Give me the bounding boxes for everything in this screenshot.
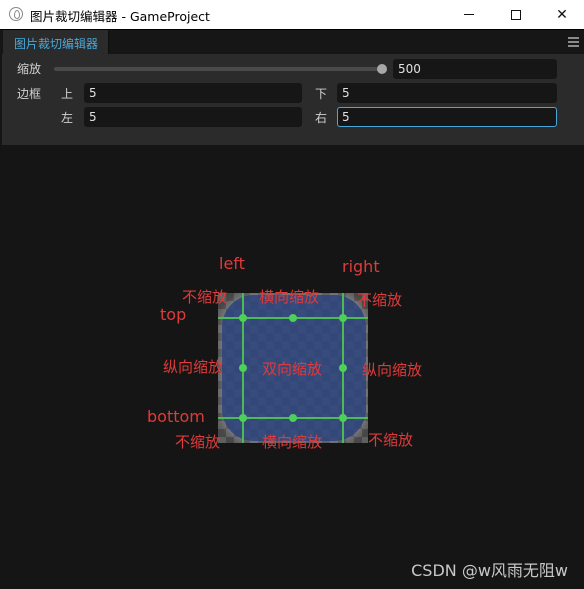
border-top-field[interactable]: 5 (84, 83, 302, 103)
guide-handle-bottom-center[interactable] (289, 414, 297, 422)
guide-handle-bottom-left[interactable] (239, 414, 247, 422)
settings-panel: 缩放 500 边框 上 5 下 5 左 5 右 5 (2, 54, 584, 145)
window-title: 图片裁切编辑器 - GameProject (30, 9, 210, 24)
preview-canvas: left right top bottom 不缩放 横向缩放 不缩放 纵向缩放 … (0, 145, 584, 589)
zoom-slider[interactable] (54, 67, 382, 71)
window-titlebar: 图片裁切编辑器 - GameProject ✕ (0, 0, 584, 29)
annotation-top-center: 横向缩放 (259, 288, 320, 306)
annotation-middle-left: 纵向缩放 (163, 358, 224, 376)
border-bottom-label: 下 (315, 87, 328, 101)
maximize-button[interactable] (493, 0, 539, 29)
guide-handle-middle-right[interactable] (339, 364, 347, 372)
zoom-slider-thumb[interactable] (377, 64, 387, 74)
zoom-value-field[interactable]: 500 (393, 59, 557, 79)
annotation-bottom: bottom (147, 407, 205, 426)
border-bottom-field[interactable]: 5 (337, 83, 557, 103)
annotation-top: top (160, 305, 187, 324)
border-left-label: 左 (61, 111, 74, 125)
border-right-label: 右 (315, 111, 328, 125)
annotation-bottom-center: 横向缩放 (262, 433, 323, 451)
maximize-icon (511, 9, 521, 20)
app-drop-icon (9, 7, 23, 21)
annotation-right: right (342, 257, 380, 276)
annotation-middle-right: 纵向缩放 (362, 361, 423, 379)
tab-image-crop-editor[interactable]: 图片裁切编辑器 (3, 30, 109, 55)
guide-handle-top-center[interactable] (289, 314, 297, 322)
hamburger-menu-icon[interactable] (568, 37, 579, 47)
close-icon: ✕ (556, 6, 568, 23)
annotation-center: 双向缩放 (262, 360, 323, 378)
zoom-label: 缩放 (17, 62, 42, 76)
minimize-button[interactable] (446, 0, 492, 29)
border-top-label: 上 (61, 87, 74, 101)
annotation-bottom-left: 不缩放 (175, 433, 221, 451)
border-label: 边框 (17, 87, 42, 101)
guide-handle-top-left[interactable] (239, 314, 247, 322)
guide-handle-top-right[interactable] (339, 314, 347, 322)
annotation-top-left: 不缩放 (182, 288, 228, 306)
tab-bar: 图片裁切编辑器 (0, 29, 584, 55)
border-left-field[interactable]: 5 (84, 107, 302, 127)
minimize-icon (464, 14, 474, 15)
border-right-field[interactable]: 5 (337, 107, 557, 127)
annotation-top-right: 不缩放 (357, 291, 403, 309)
watermark: CSDN @w风雨无阻w (411, 561, 568, 580)
guide-handle-bottom-right[interactable] (339, 414, 347, 422)
close-button[interactable]: ✕ (539, 0, 584, 29)
annotation-left: left (219, 254, 245, 273)
guide-handle-middle-left[interactable] (239, 364, 247, 372)
annotation-bottom-right: 不缩放 (368, 431, 414, 449)
